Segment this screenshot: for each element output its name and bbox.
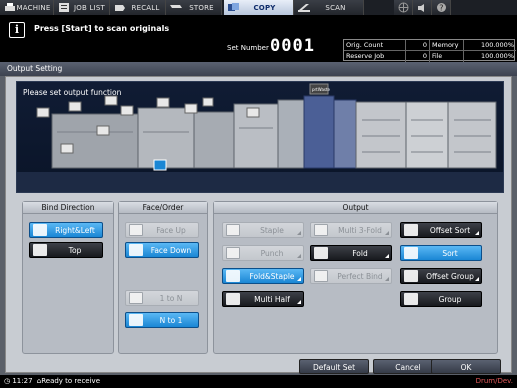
top-tab-bar: MACHINE JOB LIST RECALL STORE COPY SCAN … xyxy=(0,0,517,15)
offset-group-button[interactable]: Offset Group xyxy=(400,268,482,284)
copy-icon xyxy=(228,3,239,11)
right-left-bind-icon xyxy=(33,224,47,236)
one-to-n-button[interactable]: 1 to N xyxy=(125,290,199,306)
status-text: Ready to receive xyxy=(41,377,101,385)
clock-icon: ◷ xyxy=(4,377,11,385)
globe-icon xyxy=(398,2,408,13)
offset-sort-icon xyxy=(404,224,418,236)
sort-icon xyxy=(404,247,418,259)
set-number-label: Set Number xyxy=(227,44,269,52)
output-title: Output xyxy=(214,202,497,214)
bind-direction-group: Bind Direction Right&Left Top xyxy=(22,201,114,354)
output-group: Output Staple Punch Fold&Staple Multi Ha… xyxy=(213,201,498,354)
volume-button[interactable] xyxy=(413,0,432,15)
scan-icon xyxy=(298,4,310,12)
status-time: 11:27 xyxy=(12,377,33,385)
machine-illustration: Please set output function prtWaste xyxy=(16,81,504,193)
bind-direction-title: Bind Direction xyxy=(23,202,113,214)
info-icon: i xyxy=(9,22,25,38)
one-to-n-icon xyxy=(129,292,143,304)
face-order-group: Face/Order Face Up Face Down 1 to N N to… xyxy=(118,201,208,354)
punch-button[interactable]: Punch xyxy=(222,245,304,261)
multi-half-button[interactable]: Multi Half xyxy=(222,291,304,307)
staple-icon xyxy=(226,224,240,236)
copy-output-setting-screen: { "tabs": [ {"id":"machine","label":"MAC… xyxy=(0,0,517,388)
output-setting-panel: Please set output function prtWaste Bind… xyxy=(5,76,512,374)
tab-store[interactable]: STORE xyxy=(166,0,222,15)
right-left-button[interactable]: Right&Left xyxy=(29,222,103,238)
perfect-bind-icon xyxy=(314,270,328,282)
recall-icon xyxy=(115,5,125,11)
tab-recall[interactable]: RECALL xyxy=(110,0,166,15)
tab-machine[interactable]: MACHINE xyxy=(0,0,54,15)
printer-icon xyxy=(5,3,15,11)
ok-button[interactable]: OK xyxy=(431,359,501,374)
fold-staple-icon xyxy=(226,270,240,282)
face-up-icon xyxy=(129,224,143,236)
top-bind-icon xyxy=(33,244,47,256)
multi-half-icon xyxy=(226,293,240,305)
message-bar: i Press [Start] to scan originals Set Nu… xyxy=(0,15,517,71)
speaker-icon xyxy=(417,3,424,12)
tab-scan[interactable]: SCAN xyxy=(294,0,364,15)
status-message: Press [Start] to scan originals xyxy=(34,24,170,33)
tab-copy[interactable]: COPY xyxy=(224,0,294,15)
n-to-one-button[interactable]: N to 1 xyxy=(125,312,199,328)
list-icon xyxy=(59,3,69,12)
fold-icon xyxy=(314,247,328,259)
drum-dev-indicator: Drum/Dev. xyxy=(475,377,513,385)
face-down-icon xyxy=(129,244,143,256)
status-bar: ◷ 11:27 ⌂Ready to receive Drum/Dev. xyxy=(0,375,517,388)
set-number-value: 0001 xyxy=(270,36,315,56)
perfect-bind-button[interactable]: Perfect Bind xyxy=(310,268,392,284)
store-icon xyxy=(170,5,182,8)
staple-button[interactable]: Staple xyxy=(222,222,304,238)
counter-table: Orig. Count 0 Memory 100.000% Reserve Jo… xyxy=(343,39,516,71)
multi-3-fold-button[interactable]: Multi 3-Fold xyxy=(310,222,392,238)
help-button[interactable]: ? xyxy=(432,0,451,15)
globe-button[interactable] xyxy=(394,0,413,15)
n-to-one-icon xyxy=(129,314,143,326)
face-order-title: Face/Order xyxy=(119,202,207,214)
offset-group-icon xyxy=(404,270,418,282)
svg-text:?: ? xyxy=(439,4,443,13)
multi-3-fold-icon xyxy=(314,224,328,236)
default-set-button[interactable]: Default Set xyxy=(299,359,369,374)
output-setting-header: Output Setting xyxy=(0,62,517,76)
top-bind-button[interactable]: Top xyxy=(29,242,103,258)
fold-staple-button[interactable]: Fold&Staple xyxy=(222,268,304,284)
face-down-button[interactable]: Face Down xyxy=(125,242,199,258)
finisher-diagram: prtWaste xyxy=(17,83,503,192)
sort-button[interactable]: Sort xyxy=(400,245,482,261)
fold-button[interactable]: Fold xyxy=(310,245,392,261)
offset-sort-button[interactable]: Offset Sort xyxy=(400,222,482,238)
svg-text:prtWaste: prtWaste xyxy=(312,87,331,92)
face-up-button[interactable]: Face Up xyxy=(125,222,199,238)
group-button[interactable]: Group xyxy=(400,291,482,307)
group-icon xyxy=(404,293,418,305)
punch-icon xyxy=(226,247,240,259)
help-icon: ? xyxy=(436,3,446,13)
tab-job-list[interactable]: JOB LIST xyxy=(54,0,110,15)
